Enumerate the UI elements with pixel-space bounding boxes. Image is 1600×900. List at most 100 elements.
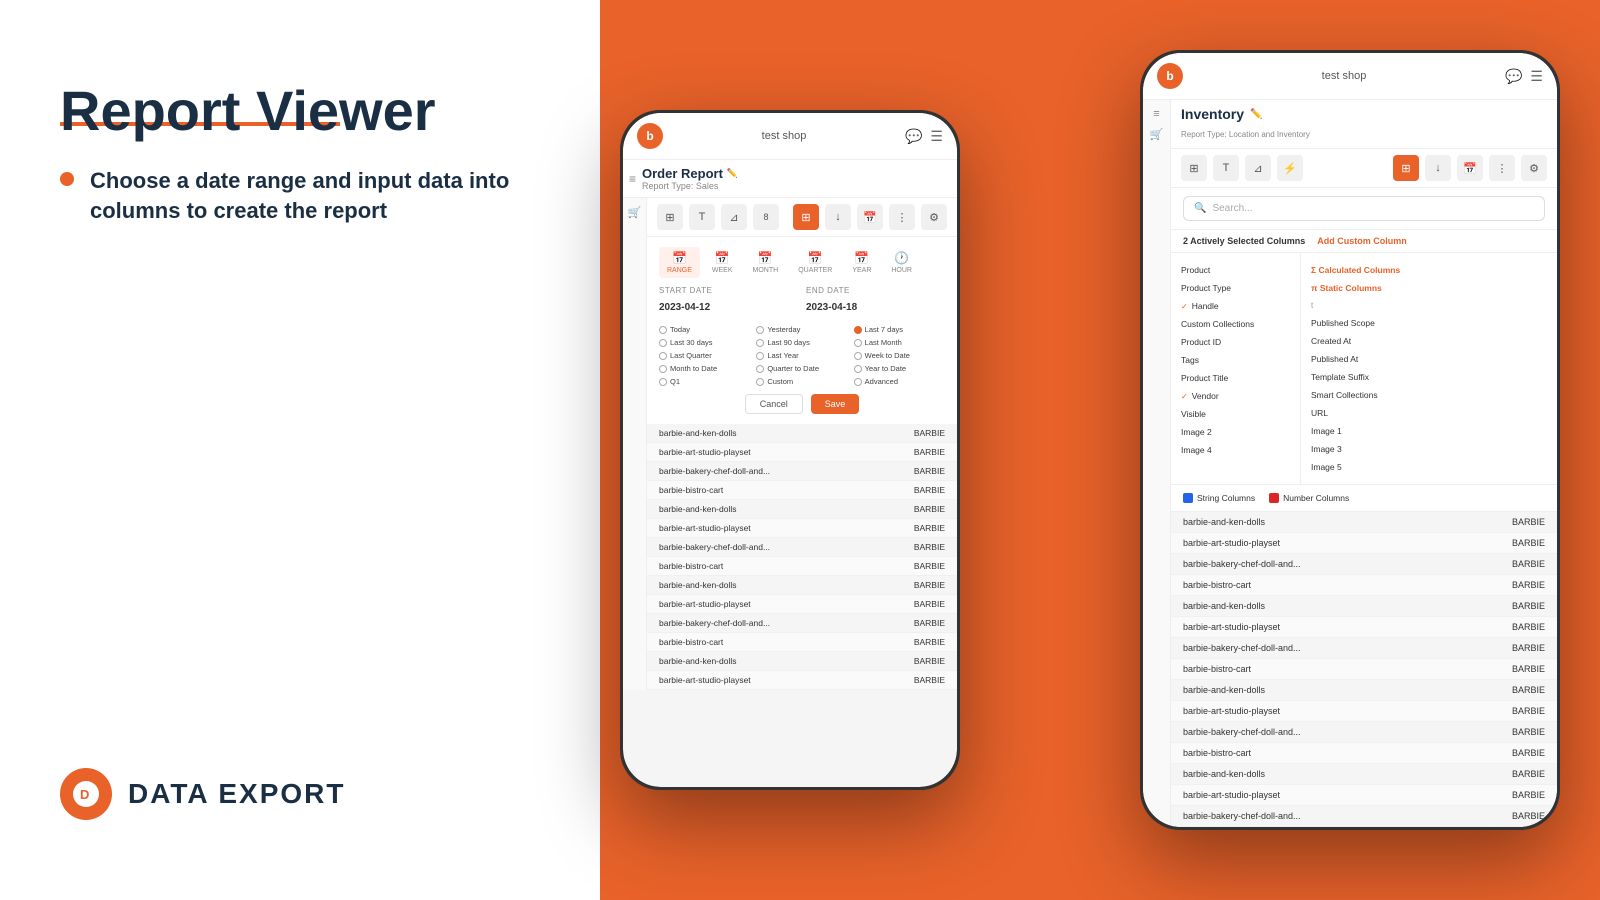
radio-last90[interactable]: Last 90 days — [756, 338, 847, 347]
grid-btn[interactable]: ⊞ — [657, 204, 683, 230]
col-product-type[interactable]: Product Type — [1171, 279, 1300, 297]
col-visible[interactable]: Visible — [1171, 405, 1300, 423]
inv-row: barbie-bistro-cartBARBIE — [1171, 575, 1557, 596]
col-published-at[interactable]: Published At — [1301, 350, 1557, 368]
radio-yeartodate[interactable]: Year to Date — [854, 364, 945, 373]
radio-monthtodate[interactable]: Month to Date — [659, 364, 750, 373]
search-input-box[interactable]: 🔍 Search... — [1183, 196, 1545, 221]
calc-columns-header[interactable]: Σ Calculated Columns — [1301, 261, 1557, 279]
left-panel: Report Viewer Choose a date range and in… — [0, 0, 600, 900]
phone-right: b test shop 💬 ☰ ≡ 🛒 Inventory — [1140, 50, 1560, 830]
grid-btn-right[interactable]: ⊞ — [1181, 155, 1207, 181]
save-button[interactable]: Save — [811, 394, 860, 414]
edit-icon-left[interactable]: ✏️ — [727, 168, 738, 179]
col-product-title[interactable]: Product Title — [1171, 369, 1300, 387]
chat-icon[interactable]: 💬 — [905, 128, 922, 145]
radio-lastyear[interactable]: Last Year — [756, 351, 847, 360]
legend-red-dot — [1269, 493, 1279, 503]
legend-bar: String Columns Number Columns — [1171, 485, 1557, 512]
col-url[interactable]: URL — [1301, 404, 1557, 422]
col-template-suffix[interactable]: Template Suffix — [1301, 368, 1557, 386]
radio-lastmonth[interactable]: Last Month — [854, 338, 945, 347]
more-btn-right[interactable]: ⋮ — [1489, 155, 1515, 181]
table-row: barbie-art-studio-playsetBARBIE — [647, 519, 957, 538]
filter-btn[interactable]: ⊿ — [721, 204, 747, 230]
nav-row-left: ≡ Order Report ✏️ Report Type: Sales — [623, 160, 957, 198]
lightning-btn-right[interactable]: ⚡ — [1277, 155, 1303, 181]
toolbar-right: ⊞ T ⊿ ⚡ ⊞ ↓ 📅 ⋮ ⚙ — [1171, 149, 1557, 188]
cancel-button[interactable]: Cancel — [745, 394, 803, 414]
col-image1[interactable]: Image 1 — [1301, 422, 1557, 440]
text-btn-right[interactable]: T — [1213, 155, 1239, 181]
inventory-edit-icon[interactable]: ✏️ — [1250, 109, 1262, 120]
selected-cols-bar: 2 Actively Selected Columns Add Custom C… — [1171, 230, 1557, 253]
radio-today[interactable]: Today — [659, 325, 750, 334]
download-btn-right[interactable]: ↓ — [1425, 155, 1451, 181]
report-subtitle-left: Report Type: Sales — [642, 181, 738, 191]
col-handle[interactable]: ✓Handle — [1171, 297, 1300, 315]
add-column-button[interactable]: Add Custom Column — [1317, 236, 1407, 246]
right-main: Inventory ✏️ Report Type: Location and I… — [1171, 100, 1557, 827]
radio-yesterday[interactable]: Yesterday — [756, 325, 847, 334]
radio-custom[interactable]: Custom — [756, 377, 847, 386]
table-row: barbie-bakery-chef-doll-and...BARBIE — [647, 538, 957, 557]
hamburger-sidebar-icon[interactable]: ≡ — [1153, 108, 1159, 120]
radio-last30[interactable]: Last 30 days — [659, 338, 750, 347]
col-product-id[interactable]: Product ID — [1171, 333, 1300, 351]
settings-btn-right[interactable]: ⚙ — [1521, 155, 1547, 181]
more-btn[interactable]: ⋮ — [889, 204, 915, 230]
col-image2[interactable]: Image 2 — [1171, 423, 1300, 441]
header-icons-right: 💬 ☰ — [1505, 68, 1543, 85]
col-smart-collections[interactable]: Smart Collections — [1301, 386, 1557, 404]
chat-icon-right[interactable]: 💬 — [1505, 68, 1522, 85]
radio-advanced[interactable]: Advanced — [854, 377, 945, 386]
static-columns-header[interactable]: π Static Columns — [1301, 279, 1557, 297]
menu-icon-right[interactable]: ☰ — [1530, 68, 1543, 85]
download-btn[interactable]: ↓ — [825, 204, 851, 230]
count-btn[interactable]: 8 — [753, 204, 779, 230]
selected-cols-text: 2 Actively Selected Columns — [1183, 236, 1305, 246]
radio-lastquarter[interactable]: Last Quarter — [659, 351, 750, 360]
sidebar-right: ≡ 🛒 — [1143, 100, 1171, 827]
table-row: barbie-art-studio-playsetBARBIE — [647, 443, 957, 462]
svg-text:D: D — [80, 787, 89, 802]
date-inputs: START DATE 2023-04-12 END DATE 2023-04-1… — [659, 286, 945, 315]
logo-area: D DATA EXPORT — [60, 768, 540, 820]
tab-range[interactable]: 📅 RANGE — [659, 247, 700, 278]
tab-quarter[interactable]: 📅 QUARTER — [790, 247, 840, 278]
radio-q1[interactable]: Q1 — [659, 377, 750, 386]
col-tags[interactable]: Tags — [1171, 351, 1300, 369]
radio-last7[interactable]: Last 7 days — [854, 325, 945, 334]
settings-btn[interactable]: ⚙ — [921, 204, 947, 230]
export-btn[interactable]: ⊞ — [793, 204, 819, 230]
col-published-scope[interactable]: Published Scope — [1301, 314, 1557, 332]
radio-quartertodate[interactable]: Quarter to Date — [756, 364, 847, 373]
col-product[interactable]: Product — [1171, 261, 1300, 279]
col-image4[interactable]: Image 4 — [1171, 441, 1300, 459]
text-btn[interactable]: T — [689, 204, 715, 230]
col-t[interactable]: t — [1301, 297, 1557, 314]
tab-year[interactable]: 📅 YEAR — [844, 247, 879, 278]
inventory-table: barbie-and-ken-dollsBARBIE barbie-art-st… — [1171, 512, 1557, 827]
tab-hour[interactable]: 🕐 HOUR — [883, 247, 920, 278]
end-date-group: END DATE 2023-04-18 — [806, 286, 945, 315]
col-vendor[interactable]: ✓Vendor — [1171, 387, 1300, 405]
tab-week[interactable]: 📅 WEEK — [704, 247, 741, 278]
col-custom-collections[interactable]: Custom Collections — [1171, 315, 1300, 333]
phone-right-screen: b test shop 💬 ☰ ≡ 🛒 Inventory — [1143, 53, 1557, 827]
menu-icon[interactable]: ☰ — [930, 128, 943, 145]
radio-weektodate[interactable]: Week to Date — [854, 351, 945, 360]
calendar-btn[interactable]: 📅 — [857, 204, 883, 230]
start-date-group: START DATE 2023-04-12 — [659, 286, 798, 315]
hamburger-icon[interactable]: ≡ — [629, 172, 636, 186]
app-logo-left: b — [637, 123, 663, 149]
data-table-left: barbie-and-ken-dollsBARBIE barbie-art-st… — [647, 424, 957, 690]
export-btn-right[interactable]: ⊞ — [1393, 155, 1419, 181]
filter-btn-right[interactable]: ⊿ — [1245, 155, 1271, 181]
col-image3[interactable]: Image 3 — [1301, 440, 1557, 458]
calendar-btn-right[interactable]: 📅 — [1457, 155, 1483, 181]
col-created-at[interactable]: Created At — [1301, 332, 1557, 350]
inv-row: barbie-bistro-cartBARBIE — [1171, 659, 1557, 680]
tab-month[interactable]: 📅 MONTH — [745, 247, 787, 278]
col-image5[interactable]: Image 5 — [1301, 458, 1557, 476]
